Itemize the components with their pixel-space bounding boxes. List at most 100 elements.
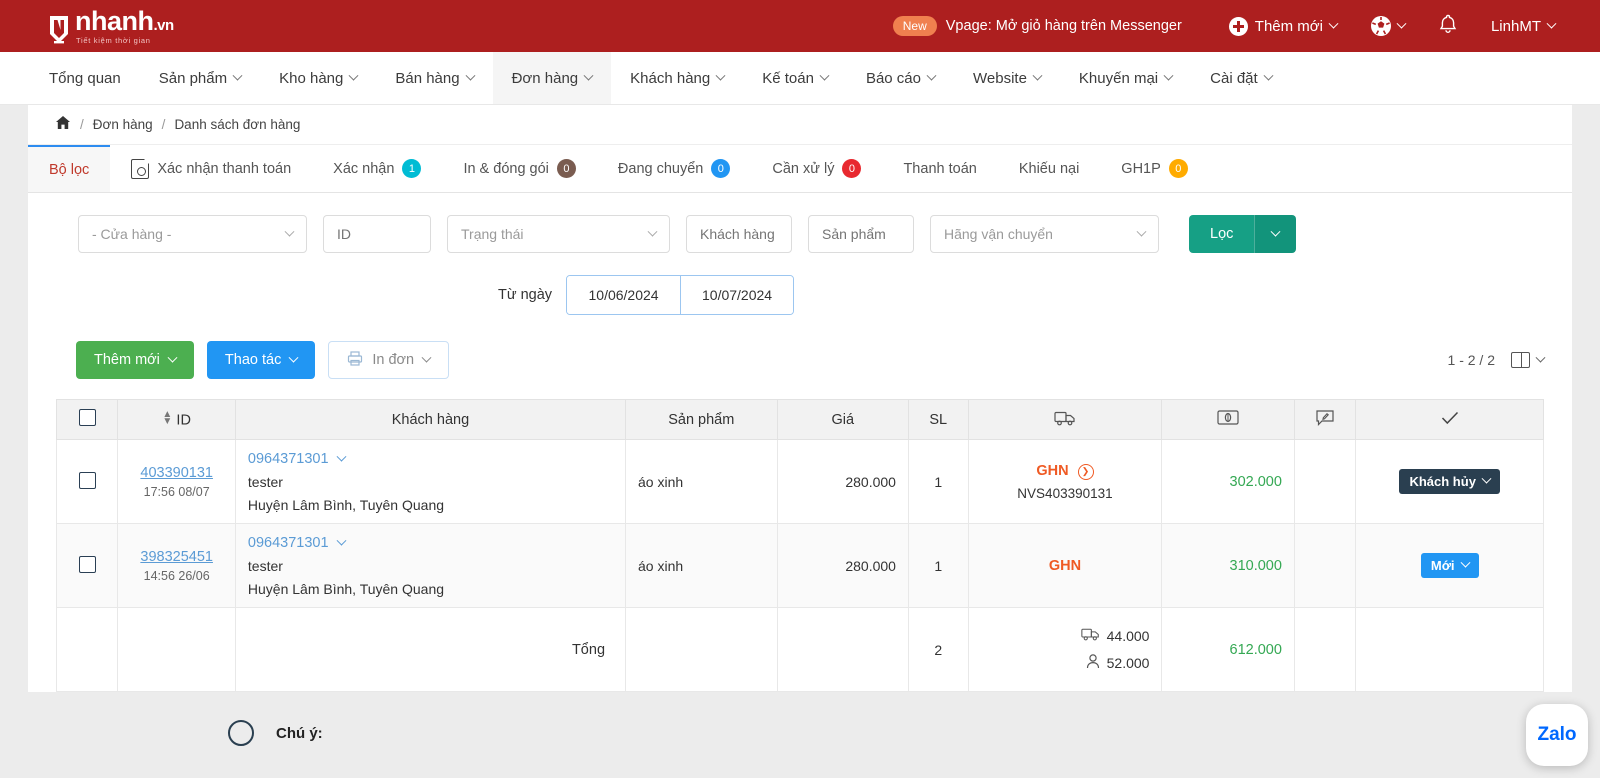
store-select[interactable]: - Cửa hàng -: [78, 215, 307, 253]
nav-item-bao-cao[interactable]: Báo cáo: [847, 52, 954, 104]
print-order-button[interactable]: In đơn: [328, 341, 450, 379]
tab-can-xu-ly[interactable]: Cần xử lý 0: [751, 145, 882, 192]
tab-gh1p[interactable]: GH1P 0: [1100, 145, 1209, 192]
chevron-down-icon: [1270, 226, 1281, 237]
operations-button[interactable]: Thao tác: [206, 341, 316, 379]
chevron-down-icon[interactable]: [336, 451, 347, 462]
date-to-input[interactable]: 10/07/2024: [680, 276, 794, 314]
row-checkbox[interactable]: [78, 555, 96, 573]
tab-in-dong-goi[interactable]: In & đóng gói 0: [442, 145, 596, 192]
order-id-link[interactable]: 403390131: [130, 465, 222, 481]
table-row[interactable]: 403390131 17:56 08/07 0964371301 tester …: [55, 439, 1544, 524]
user-menu[interactable]: LinhMT: [1474, 0, 1572, 52]
nav-item-ban-hang[interactable]: Bán hàng: [376, 52, 492, 104]
chevron-down-icon: [1263, 70, 1274, 81]
column-settings-button[interactable]: [1511, 352, 1546, 368]
promo-banner[interactable]: New Vpage: Mở giỏ hàng trên Messenger: [892, 16, 1182, 36]
th-product: Sản phẩm: [625, 399, 778, 440]
carrier-name[interactable]: GHN: [1036, 463, 1068, 479]
nav-label: Sản phẩm: [158, 69, 228, 87]
product-input[interactable]: [808, 215, 914, 253]
carrier-external-link-icon[interactable]: ❯: [1077, 463, 1094, 480]
date-from-input[interactable]: 10/06/2024: [567, 276, 681, 314]
customer-input[interactable]: [686, 215, 792, 253]
add-new-button[interactable]: Thêm mới: [76, 341, 194, 379]
nav-label: Bán hàng: [395, 69, 460, 87]
nav-item-khuyen-mai[interactable]: Khuyến mại: [1060, 52, 1191, 104]
tab-xac-nhan-thanh-toan[interactable]: Xác nhận thanh toán: [110, 145, 312, 192]
nav-item-ke-toan[interactable]: Kế toán: [743, 52, 847, 104]
chevron-down-icon: [926, 70, 937, 81]
id-input[interactable]: [323, 215, 431, 253]
zalo-chat-widget[interactable]: Zalo: [1526, 704, 1588, 766]
chevron-down-icon: [1136, 226, 1147, 237]
status-badge[interactable]: Mới: [1420, 553, 1479, 578]
cod-fee-line: 52.000: [981, 654, 1149, 672]
logo-tagline: Tiết kiệm thời gian: [76, 35, 151, 45]
row-select-cell[interactable]: [55, 439, 119, 524]
add-new-menu[interactable]: Thêm mới: [1212, 0, 1354, 52]
tab-khieu-nai[interactable]: Khiếu nại: [998, 145, 1100, 192]
customer-phone-link[interactable]: 0964371301: [248, 451, 329, 467]
tab-label: Đang chuyển: [617, 160, 704, 177]
breadcrumb-don-hang[interactable]: Đơn hàng: [93, 117, 153, 132]
row-note-cell[interactable]: [1293, 439, 1357, 524]
th-quantity: SL: [907, 399, 969, 440]
tab-thanh-toan[interactable]: Thanh toán: [882, 145, 997, 192]
nhanh-logo[interactable]: nhanh.vn Tiết kiệm thời gian: [46, 7, 174, 45]
chevron-down-icon: [1163, 70, 1174, 81]
row-id-cell: 398325451 14:56 26/06: [117, 523, 236, 608]
status-select[interactable]: Trạng thái: [447, 215, 670, 253]
filter-button-group[interactable]: Lọc: [1189, 215, 1297, 253]
filter-dropdown-button[interactable]: [1254, 215, 1297, 253]
order-id-link[interactable]: 398325451: [130, 549, 222, 565]
nav-label: Đơn hàng: [511, 69, 579, 87]
nav-item-khach-hang[interactable]: Khách hàng: [611, 52, 743, 104]
carrier-name[interactable]: GHN: [1049, 558, 1081, 574]
home-icon[interactable]: [55, 115, 71, 134]
th-select-all[interactable]: [55, 399, 119, 440]
chevron-down-icon[interactable]: [336, 535, 347, 546]
th-money: [1161, 399, 1295, 440]
row-checkbox[interactable]: [78, 471, 96, 489]
zalo-label: Zalo: [1537, 724, 1577, 745]
total-empty-cell: [625, 607, 778, 692]
print-order-label: In đơn: [372, 352, 415, 368]
row-price-cell: 280.000: [776, 523, 909, 608]
nav-item-cai-dat[interactable]: Cài đặt: [1191, 52, 1291, 104]
total-amount: 612.000: [1229, 642, 1282, 658]
table-row[interactable]: 398325451 14:56 26/06 0964371301 tester …: [55, 523, 1544, 608]
orders-table: ▲ ▼ ID Khách hàng Sản phẩm Giá SL 403390…: [55, 399, 1544, 692]
tab-xac-nhan[interactable]: Xác nhận 1: [312, 145, 442, 192]
table-header-row: ▲ ▼ ID Khách hàng Sản phẩm Giá SL: [55, 399, 1544, 440]
nav-item-don-hang[interactable]: Đơn hàng: [492, 52, 612, 104]
nav-item-website[interactable]: Website: [954, 52, 1060, 104]
tab-bo-loc[interactable]: Bộ lọc: [28, 145, 111, 192]
row-customer-cell: 0964371301 tester Huyện Lâm Bình, Tuyên …: [234, 523, 627, 608]
user-name-label: LinhMT: [1490, 17, 1541, 35]
notifications-button[interactable]: [1422, 0, 1474, 52]
apps-menu[interactable]: [1354, 0, 1422, 52]
chevron-down-icon: [1481, 473, 1492, 484]
status-select-value: Trạng thái: [461, 226, 524, 242]
nav-item-kho-hang[interactable]: Kho hàng: [260, 52, 376, 104]
filter-button[interactable]: Lọc: [1189, 215, 1255, 253]
nav-item-san-pham[interactable]: Sản phẩm: [140, 52, 260, 104]
table-body: 403390131 17:56 08/07 0964371301 tester …: [55, 439, 1544, 692]
row-select-cell[interactable]: [55, 523, 119, 608]
row-note-cell[interactable]: [1293, 523, 1357, 608]
th-customer: Khách hàng: [234, 399, 627, 440]
columns-icon: [1511, 352, 1530, 368]
nav-item-tong-quan[interactable]: Tổng quan: [30, 52, 140, 104]
nav-label: Cài đặt: [1210, 69, 1258, 87]
carrier-select[interactable]: Hãng vận chuyển: [930, 215, 1159, 253]
customer-phone-link[interactable]: 0964371301: [248, 535, 329, 551]
person-icon: [1086, 654, 1100, 672]
select-all-checkbox[interactable]: [78, 409, 96, 426]
page-container: / Đơn hàng / Danh sách đơn hàng Bộ lọc X…: [28, 105, 1572, 692]
th-id[interactable]: ▲ ▼ ID: [117, 399, 236, 440]
customer-address: Huyện Lâm Bình, Tuyên Quang: [247, 497, 445, 513]
status-badge[interactable]: Khách hủy: [1399, 469, 1500, 494]
tab-dang-chuyen[interactable]: Đang chuyển 0: [597, 145, 751, 192]
customer-name: tester: [247, 474, 283, 490]
